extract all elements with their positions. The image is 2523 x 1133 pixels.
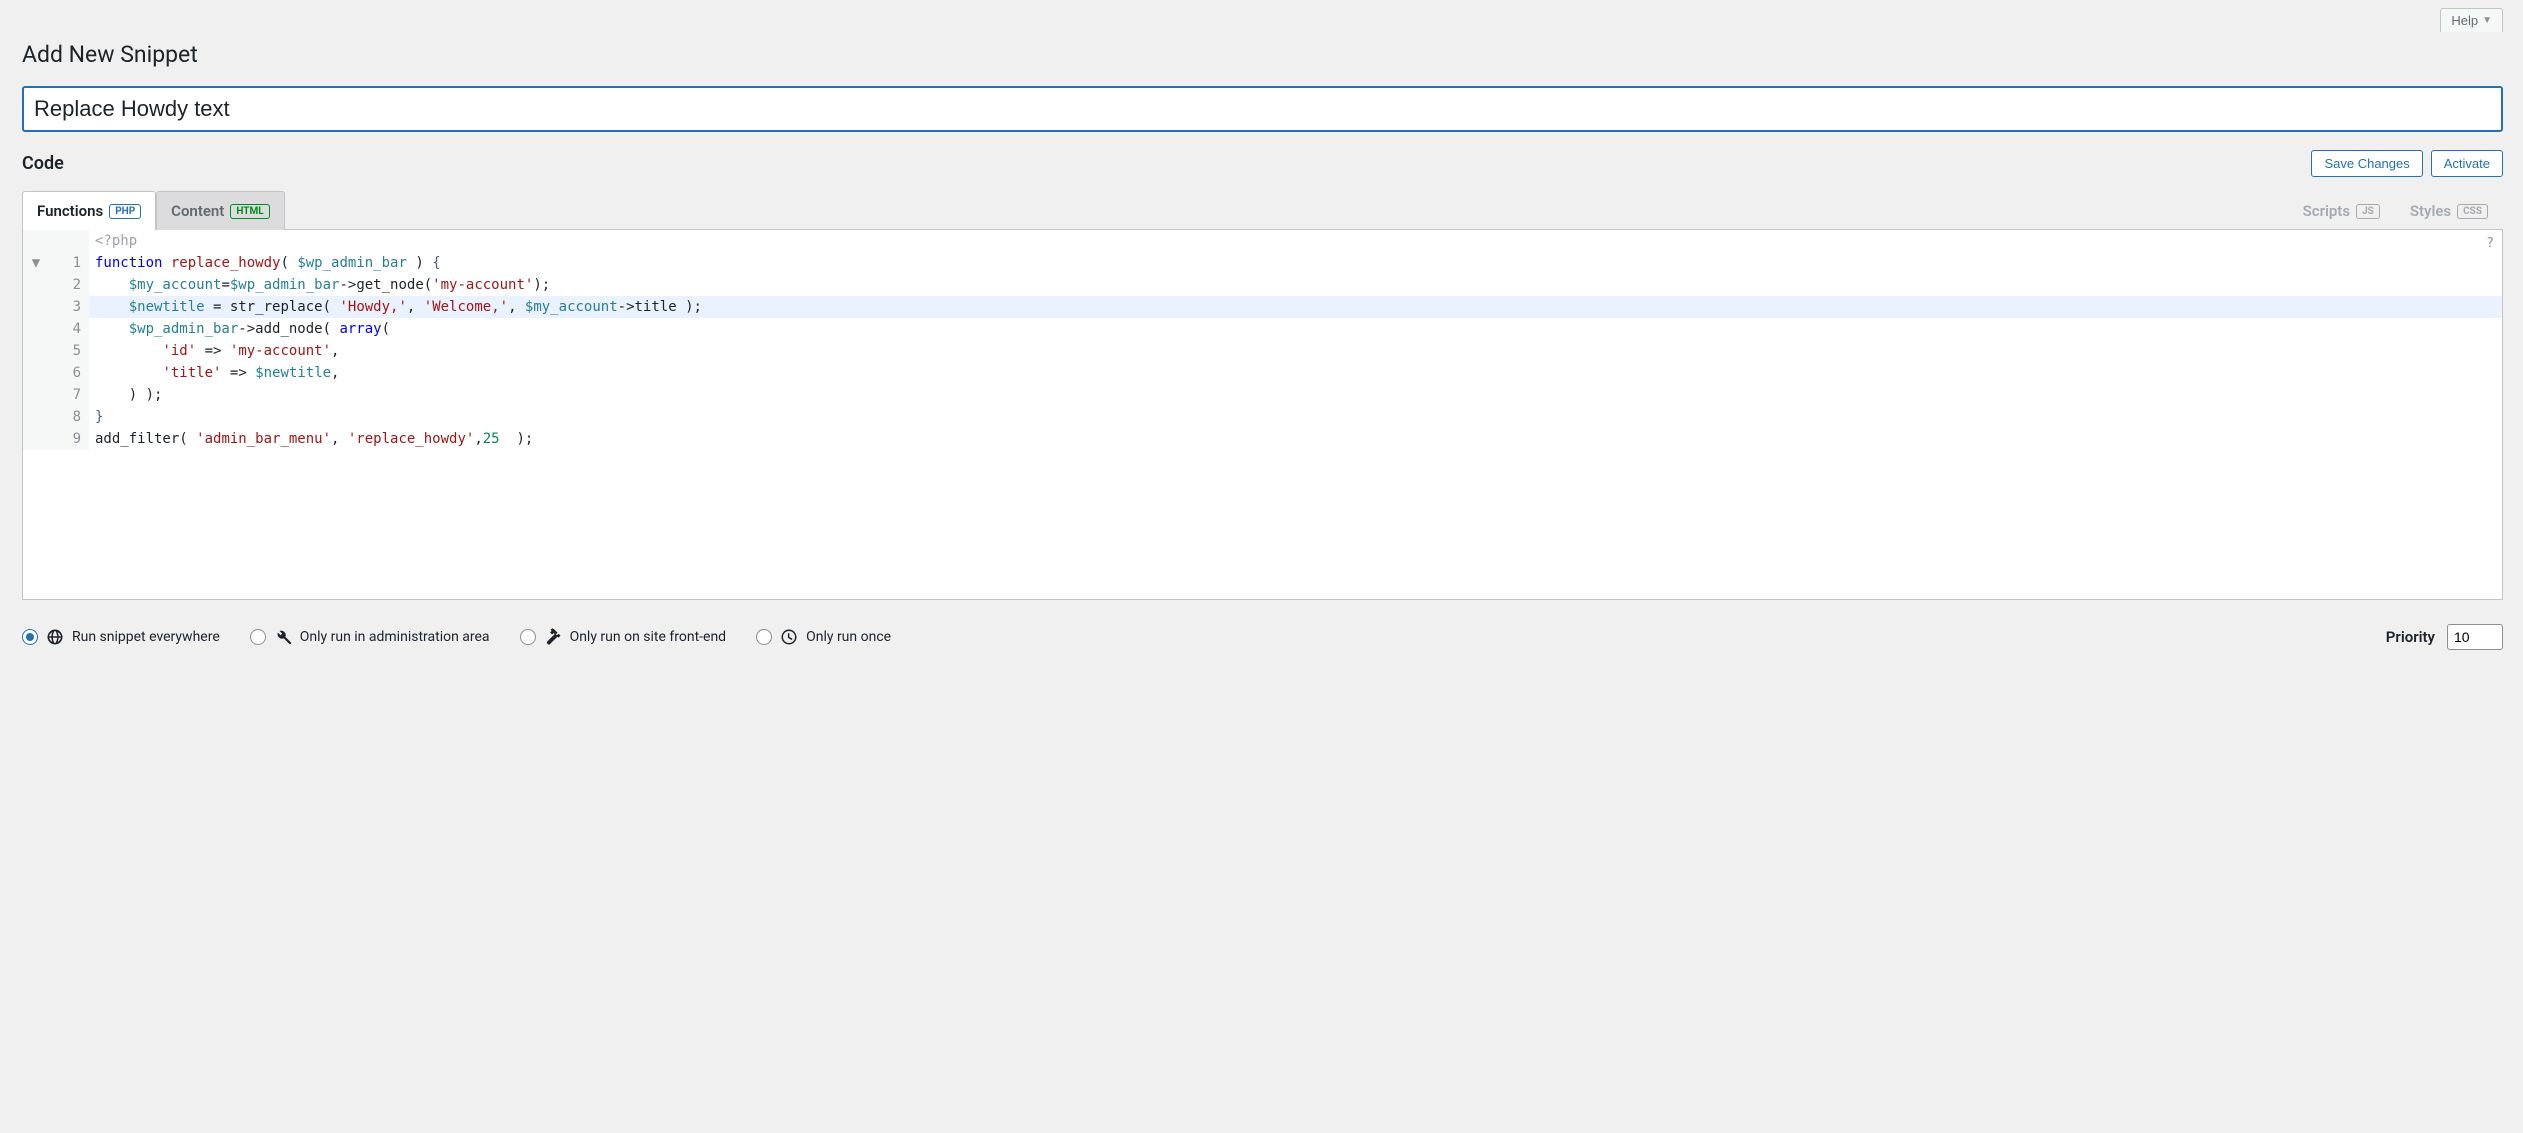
- code-content[interactable]: add_filter( 'admin_bar_menu', 'replace_h…: [89, 428, 2502, 450]
- code-line[interactable]: 9add_filter( 'admin_bar_menu', 'replace_…: [23, 428, 2502, 450]
- php-open-tag: <?php: [95, 233, 137, 249]
- snippet-title-input[interactable]: [22, 86, 2503, 132]
- radio-input[interactable]: [756, 629, 772, 645]
- fold-gutter[interactable]: ▼: [23, 252, 49, 274]
- line-number: 7: [49, 384, 89, 406]
- line-number: 4: [49, 318, 89, 340]
- clock-icon: [780, 628, 798, 646]
- line-number: 5: [49, 340, 89, 362]
- line-number: 1: [49, 252, 89, 274]
- line-number: 2: [49, 274, 89, 296]
- tab-label: Functions: [37, 202, 103, 220]
- fold-gutter: [23, 318, 49, 340]
- code-line[interactable]: ▼1function replace_howdy( $wp_admin_bar …: [23, 252, 2502, 274]
- tab-functions[interactable]: Functions PHP: [22, 191, 156, 230]
- scope-label: Only run in administration area: [300, 629, 490, 645]
- code-content[interactable]: }: [89, 406, 2502, 428]
- code-content[interactable]: ) );: [89, 384, 2502, 406]
- code-content[interactable]: function replace_howdy( $wp_admin_bar ) …: [89, 252, 2502, 274]
- help-icon[interactable]: ?: [2486, 236, 2494, 251]
- code-heading: Code: [22, 153, 64, 174]
- radio-input[interactable]: [520, 629, 536, 645]
- tab-styles: Styles CSS: [2395, 191, 2503, 230]
- scope-option-admin[interactable]: Only run in administration area: [250, 628, 490, 646]
- code-line[interactable]: 4 $wp_admin_bar->add_node( array(: [23, 318, 2502, 340]
- scope-label: Only run on site front-end: [570, 629, 727, 645]
- scope-label: Only run once: [806, 629, 891, 645]
- help-label: Help: [2451, 13, 2478, 28]
- code-editor[interactable]: ? <?php ▼1function replace_howdy( $wp_ad…: [22, 230, 2503, 600]
- line-number: 3: [49, 296, 89, 318]
- wrench-icon: [274, 628, 292, 646]
- line-number: 6: [49, 362, 89, 384]
- code-content[interactable]: 'title' => $newtitle,: [89, 362, 2502, 384]
- fold-gutter: [23, 384, 49, 406]
- priority-input[interactable]: [2447, 624, 2503, 650]
- code-content[interactable]: 'id' => 'my-account',: [89, 340, 2502, 362]
- html-badge: HTML: [230, 204, 269, 219]
- help-button[interactable]: Help ▼: [2440, 8, 2503, 32]
- fold-gutter: [23, 274, 49, 296]
- radio-input[interactable]: [250, 629, 266, 645]
- line-number: 8: [49, 406, 89, 428]
- scope-option-everywhere[interactable]: Run snippet everywhere: [22, 628, 220, 646]
- globe-icon: [46, 628, 64, 646]
- line-number: 9: [49, 428, 89, 450]
- code-line[interactable]: 2 $my_account=$wp_admin_bar->get_node('m…: [23, 274, 2502, 296]
- js-badge: JS: [2356, 204, 2380, 219]
- php-badge: PHP: [109, 204, 141, 219]
- tab-scripts: Scripts JS: [2288, 191, 2395, 230]
- tab-label: Content: [171, 202, 224, 220]
- fold-gutter: [23, 406, 49, 428]
- fold-gutter: [23, 362, 49, 384]
- hammer-icon: [544, 628, 562, 646]
- tab-label: Styles: [2410, 202, 2451, 220]
- activate-button[interactable]: Activate: [2431, 150, 2503, 177]
- code-line[interactable]: 6 'title' => $newtitle,: [23, 362, 2502, 384]
- radio-input[interactable]: [22, 629, 38, 645]
- tab-content[interactable]: Content HTML: [156, 191, 284, 230]
- page-title: Add New Snippet: [22, 32, 2503, 72]
- scope-label: Run snippet everywhere: [72, 629, 220, 645]
- css-badge: CSS: [2457, 204, 2488, 219]
- fold-gutter: [23, 340, 49, 362]
- code-content[interactable]: $wp_admin_bar->add_node( array(: [89, 318, 2502, 340]
- save-button[interactable]: Save Changes: [2311, 150, 2422, 177]
- code-line[interactable]: 8}: [23, 406, 2502, 428]
- code-line[interactable]: 7 ) );: [23, 384, 2502, 406]
- chevron-down-icon: ▼: [2482, 15, 2492, 26]
- code-content[interactable]: $newtitle = str_replace( 'Howdy,', 'Welc…: [89, 296, 2502, 318]
- fold-gutter: [23, 296, 49, 318]
- code-line[interactable]: 3 $newtitle = str_replace( 'Howdy,', 'We…: [23, 296, 2502, 318]
- code-content[interactable]: $my_account=$wp_admin_bar->get_node('my-…: [89, 274, 2502, 296]
- priority-label: Priority: [2386, 628, 2435, 646]
- scope-option-frontend[interactable]: Only run on site front-end: [520, 628, 727, 646]
- tab-label: Scripts: [2303, 202, 2350, 220]
- scope-option-once[interactable]: Only run once: [756, 628, 891, 646]
- fold-gutter: [23, 428, 49, 450]
- code-line[interactable]: 5 'id' => 'my-account',: [23, 340, 2502, 362]
